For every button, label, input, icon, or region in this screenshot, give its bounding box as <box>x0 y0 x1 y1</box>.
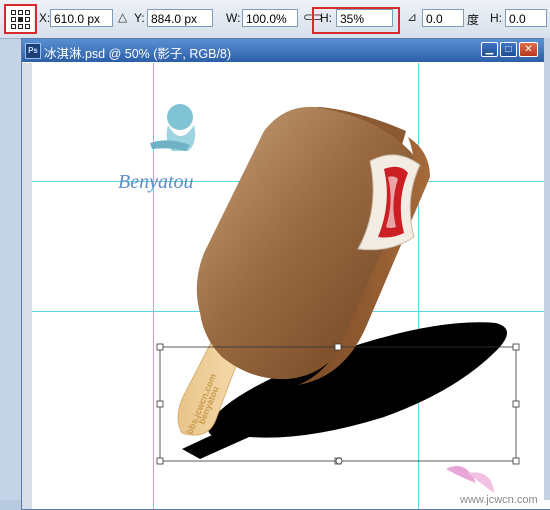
transform-handle[interactable] <box>156 400 164 408</box>
width-scale-field[interactable]: 100.0% <box>242 9 298 27</box>
w-label: W: <box>226 11 241 25</box>
transform-handle[interactable] <box>512 400 520 408</box>
rotate-angle-icon: ⊿ <box>407 10 418 24</box>
skew-h-label: H: <box>490 11 502 25</box>
transform-handle[interactable] <box>512 457 520 465</box>
skew-h-field[interactable]: 0.0 <box>505 9 547 27</box>
reference-point-highlight <box>4 4 37 34</box>
document-title-bar[interactable]: Ps 冰淇淋.psd @ 50% (影子, RGB/8) ▁ □ ✕ <box>22 39 550 62</box>
benyatou-logo <box>150 104 196 151</box>
transform-handle[interactable] <box>512 343 520 351</box>
document-window: Ps 冰淇淋.psd @ 50% (影子, RGB/8) ▁ □ ✕ Benya… <box>21 38 550 510</box>
document-title: 冰淇淋.psd @ 50% (影子, RGB/8) <box>44 47 232 61</box>
close-button[interactable]: ✕ <box>519 42 538 57</box>
canvas-artwork: Benyatou bbs.jcwcn.com benyatou www.jcwc… <box>118 104 538 506</box>
y-label: Y: <box>134 11 145 25</box>
transform-handle[interactable] <box>334 343 342 351</box>
rotate-angle-field[interactable]: 0.0 <box>422 9 464 27</box>
corner-watermark <box>446 466 494 493</box>
transform-handle[interactable] <box>156 343 164 351</box>
maximize-icon: □ <box>505 44 512 55</box>
minimize-button[interactable]: ▁ <box>481 42 498 57</box>
photoshop-app-icon: Ps <box>25 43 41 59</box>
canvas-left-gutter <box>22 63 32 509</box>
x-position-field[interactable]: 610.0 px <box>50 9 113 27</box>
relative-position-icon[interactable]: △ <box>118 10 127 24</box>
canvas[interactable]: Benyatou bbs.jcwcn.com benyatou www.jcwc… <box>32 63 550 509</box>
transform-pivot-icon[interactable] <box>335 457 343 465</box>
left-panel-dock <box>0 38 22 500</box>
height-scale-field[interactable]: 35% <box>336 9 393 27</box>
minimize-icon: ▁ <box>485 44 494 55</box>
logo-text: Benyatou <box>118 171 194 193</box>
h-label: H: <box>320 11 332 25</box>
transform-handle[interactable] <box>156 457 164 465</box>
angle-unit-label: 度 <box>467 13 480 27</box>
maximize-button[interactable]: □ <box>500 42 517 57</box>
options-bar: X: 610.0 px △ Y: 884.0 px W: 100.0% ⊂⊃ H… <box>0 0 550 39</box>
right-scrollbar[interactable] <box>544 38 550 500</box>
footer-watermark-text: www.jcwcn.com <box>459 494 538 506</box>
x-label: X: <box>39 11 51 25</box>
close-icon: ✕ <box>524 44 533 55</box>
y-position-field[interactable]: 884.0 px <box>147 9 213 27</box>
